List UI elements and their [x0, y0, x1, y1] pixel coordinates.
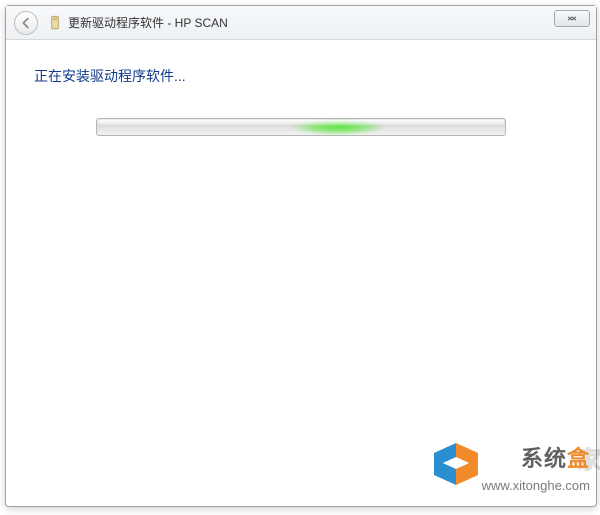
window-title: 更新驱动程序软件 - HP SCAN — [68, 14, 228, 31]
content-area: 正在安装驱动程序软件... — [6, 40, 596, 506]
close-button[interactable] — [554, 10, 590, 27]
progress-bar — [96, 118, 506, 136]
device-icon — [48, 14, 62, 32]
arrow-left-icon — [19, 16, 33, 30]
back-button[interactable] — [14, 11, 38, 35]
status-text: 正在安装驱动程序软件... — [34, 66, 568, 86]
dialog-window: 更新驱动程序软件 - HP SCAN 正在安装驱动程序软件... — [5, 5, 597, 507]
progress-sheen — [98, 120, 504, 126]
titlebar: 更新驱动程序软件 - HP SCAN — [6, 6, 596, 40]
close-icon — [566, 15, 578, 22]
